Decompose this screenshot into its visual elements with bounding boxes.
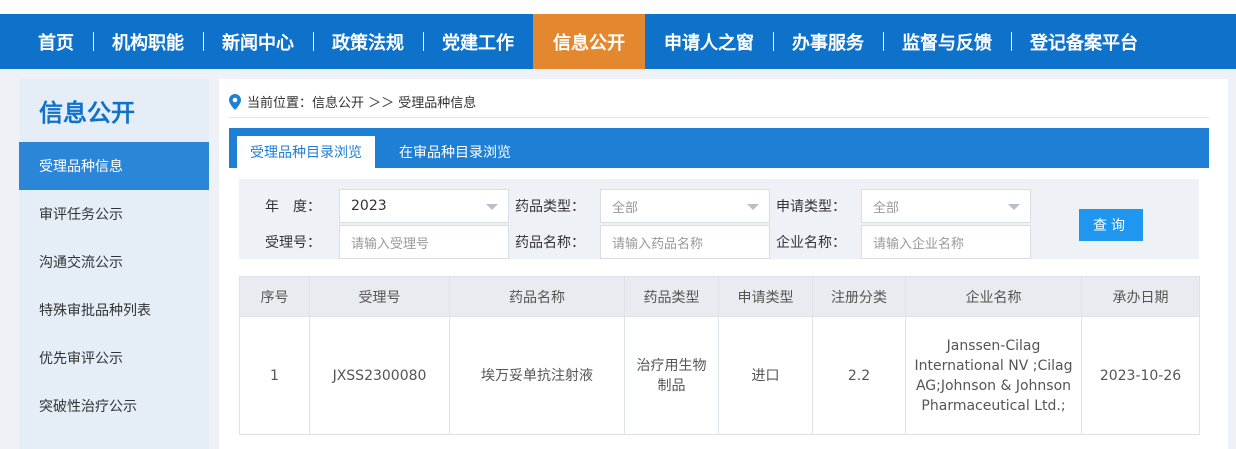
col-header-date: 承办日期 (1081, 276, 1200, 317)
accept-no-label: 受理号： (265, 235, 321, 251)
nav-item-party[interactable]: 党建工作 (423, 14, 533, 69)
col-header-reg-class: 注册分类 (812, 276, 906, 317)
nav-item-policy[interactable]: 政策法规 (313, 14, 423, 69)
sidebar-title: 信息公开 (39, 99, 135, 127)
cell-no: 1 (239, 316, 310, 435)
results-table: 序号 受理号 药品名称 药品类型 申请类型 注册分类 企业名称 承办日期 1 J… (239, 276, 1200, 435)
year-select[interactable]: 2023 (339, 189, 509, 223)
nav-item-services[interactable]: 办事服务 (773, 14, 883, 69)
sidebar-item-communication[interactable]: 沟通交流公示 (19, 238, 209, 286)
year-select-value: 2023 (351, 198, 387, 214)
col-header-accept-no: 受理号 (309, 276, 450, 317)
sidebar-item-accepted[interactable]: 受理品种信息 (19, 142, 209, 190)
apply-type-select-value: 全部 (873, 200, 900, 216)
query-button[interactable]: 查询 (1079, 209, 1143, 241)
cell-reg-class: 2.2 (812, 316, 906, 435)
cell-company: Janssen-Cilag International NV ;Cilag AG… (905, 316, 1082, 435)
col-header-drug-name: 药品名称 (449, 276, 625, 317)
nav-item-info-public[interactable]: 信息公开 (533, 14, 645, 69)
nav-item-applicant[interactable]: 申请人之窗 (645, 14, 773, 69)
apply-type-label: 申请类型： (776, 199, 846, 215)
nav-item-registration[interactable]: 登记备案平台 (1011, 14, 1157, 69)
nav-item-feedback[interactable]: 监督与反馈 (883, 14, 1011, 69)
sidebar-item-priority-review[interactable]: 优先审评公示 (19, 334, 209, 382)
filter-panel: 年 度： 2023 药品类型： 全部 申请类型： 全部 受理号： 请输入受理号 … (239, 179, 1199, 259)
year-label: 年 度： (265, 199, 321, 215)
accept-no-input[interactable]: 请输入受理号 (339, 225, 509, 259)
location-pin-icon (229, 93, 241, 110)
sidebar-item-review-tasks[interactable]: 审评任务公示 (19, 190, 209, 238)
col-header-apply-type: 申请类型 (718, 276, 813, 317)
chevron-down-icon (1008, 204, 1020, 210)
breadcrumb: 当前位置：信息公开 ＞＞ 受理品种信息 (229, 92, 1209, 118)
tab-under-review-catalog[interactable]: 在审品种目录浏览 (375, 136, 535, 168)
chevron-down-icon (486, 204, 498, 210)
nav-item-functions[interactable]: 机构职能 (93, 14, 203, 69)
main-nav: 首页 机构职能 新闻中心 政策法规 党建工作 信息公开 申请人之窗 办事服务 监… (0, 14, 1236, 69)
drug-name-label: 药品名称： (515, 235, 585, 251)
chevron-down-icon (747, 204, 759, 210)
cell-drug-name: 埃万妥单抗注射液 (449, 316, 625, 435)
sidebar: 信息公开 受理品种信息 审评任务公示 沟通交流公示 特殊审批品种列表 优先审评公… (19, 79, 209, 449)
top-strip (0, 0, 1236, 14)
drug-type-select[interactable]: 全部 (600, 189, 770, 223)
nav-item-home[interactable]: 首页 (0, 14, 93, 69)
cell-accept-no: JXSS2300080 (309, 316, 450, 435)
sidebar-item-breakthrough[interactable]: 突破性治疗公示 (19, 382, 209, 430)
nav-item-news[interactable]: 新闻中心 (203, 14, 313, 69)
tab-bar: 受理品种目录浏览 在审品种目录浏览 (229, 128, 1209, 168)
company-input[interactable]: 请输入企业名称 (861, 225, 1031, 259)
table-row[interactable]: 1 JXSS2300080 埃万妥单抗注射液 治疗用生物制品 进口 2.2 Ja… (239, 316, 1200, 435)
company-label: 企业名称： (776, 235, 846, 251)
cell-drug-type: 治疗用生物制品 (624, 316, 719, 435)
col-header-no: 序号 (239, 276, 310, 317)
breadcrumb-text: 当前位置：信息公开 ＞＞ 受理品种信息 (247, 96, 477, 111)
cell-date: 2023-10-26 (1081, 316, 1200, 435)
drug-type-select-value: 全部 (612, 200, 639, 216)
drug-type-label: 药品类型： (515, 199, 585, 215)
table-header-row: 序号 受理号 药品名称 药品类型 申请类型 注册分类 企业名称 承办日期 (239, 276, 1200, 317)
tab-accepted-catalog[interactable]: 受理品种目录浏览 (237, 136, 375, 168)
main-content: 当前位置：信息公开 ＞＞ 受理品种信息 受理品种目录浏览 在审品种目录浏览 年 … (219, 79, 1228, 449)
drug-name-input[interactable]: 请输入药品名称 (600, 225, 770, 259)
cell-apply-type: 进口 (718, 316, 813, 435)
apply-type-select[interactable]: 全部 (861, 189, 1031, 223)
sidebar-item-special-approval[interactable]: 特殊审批品种列表 (19, 286, 209, 334)
col-header-drug-type: 药品类型 (624, 276, 719, 317)
col-header-company: 企业名称 (905, 276, 1082, 317)
